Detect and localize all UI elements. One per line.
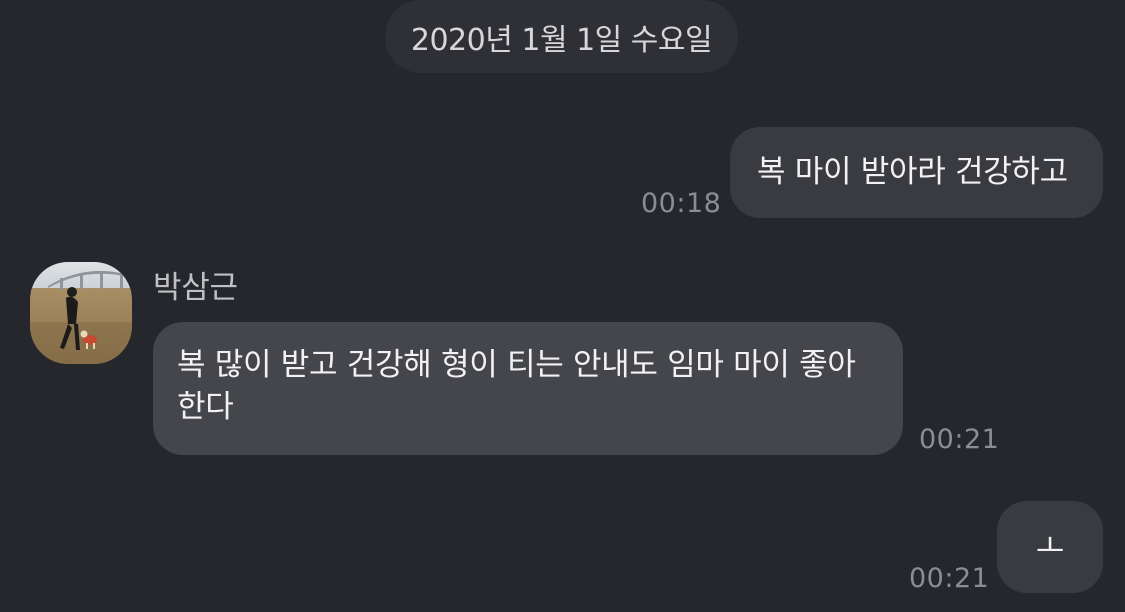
message-timestamp: 00:21 bbox=[919, 424, 1000, 455]
date-divider: 2020년 1월 1일 수요일 bbox=[385, 0, 738, 73]
incoming-message-bubble[interactable]: 복 많이 받고 건강해 형이 티는 안내도 임마 마이 좋아한다 bbox=[153, 322, 903, 455]
message-text: 복 마이 받아라 건강하고 bbox=[757, 154, 1068, 190]
profile-photo-icon bbox=[30, 262, 132, 364]
outgoing-message-bubble[interactable]: 복 마이 받아라 건강하고 bbox=[730, 127, 1103, 218]
message-text: 복 많이 받고 건강해 형이 티는 안내도 임마 마이 좋아한다 bbox=[177, 347, 856, 425]
sender-avatar[interactable] bbox=[30, 262, 132, 364]
sender-name: 박삼근 bbox=[153, 270, 238, 306]
message-timestamp: 00:21 bbox=[909, 563, 990, 594]
message-timestamp: 00:18 bbox=[641, 188, 722, 219]
outgoing-message-bubble[interactable]: ㅗ bbox=[997, 501, 1103, 593]
message-text: ㅗ bbox=[1035, 529, 1065, 565]
